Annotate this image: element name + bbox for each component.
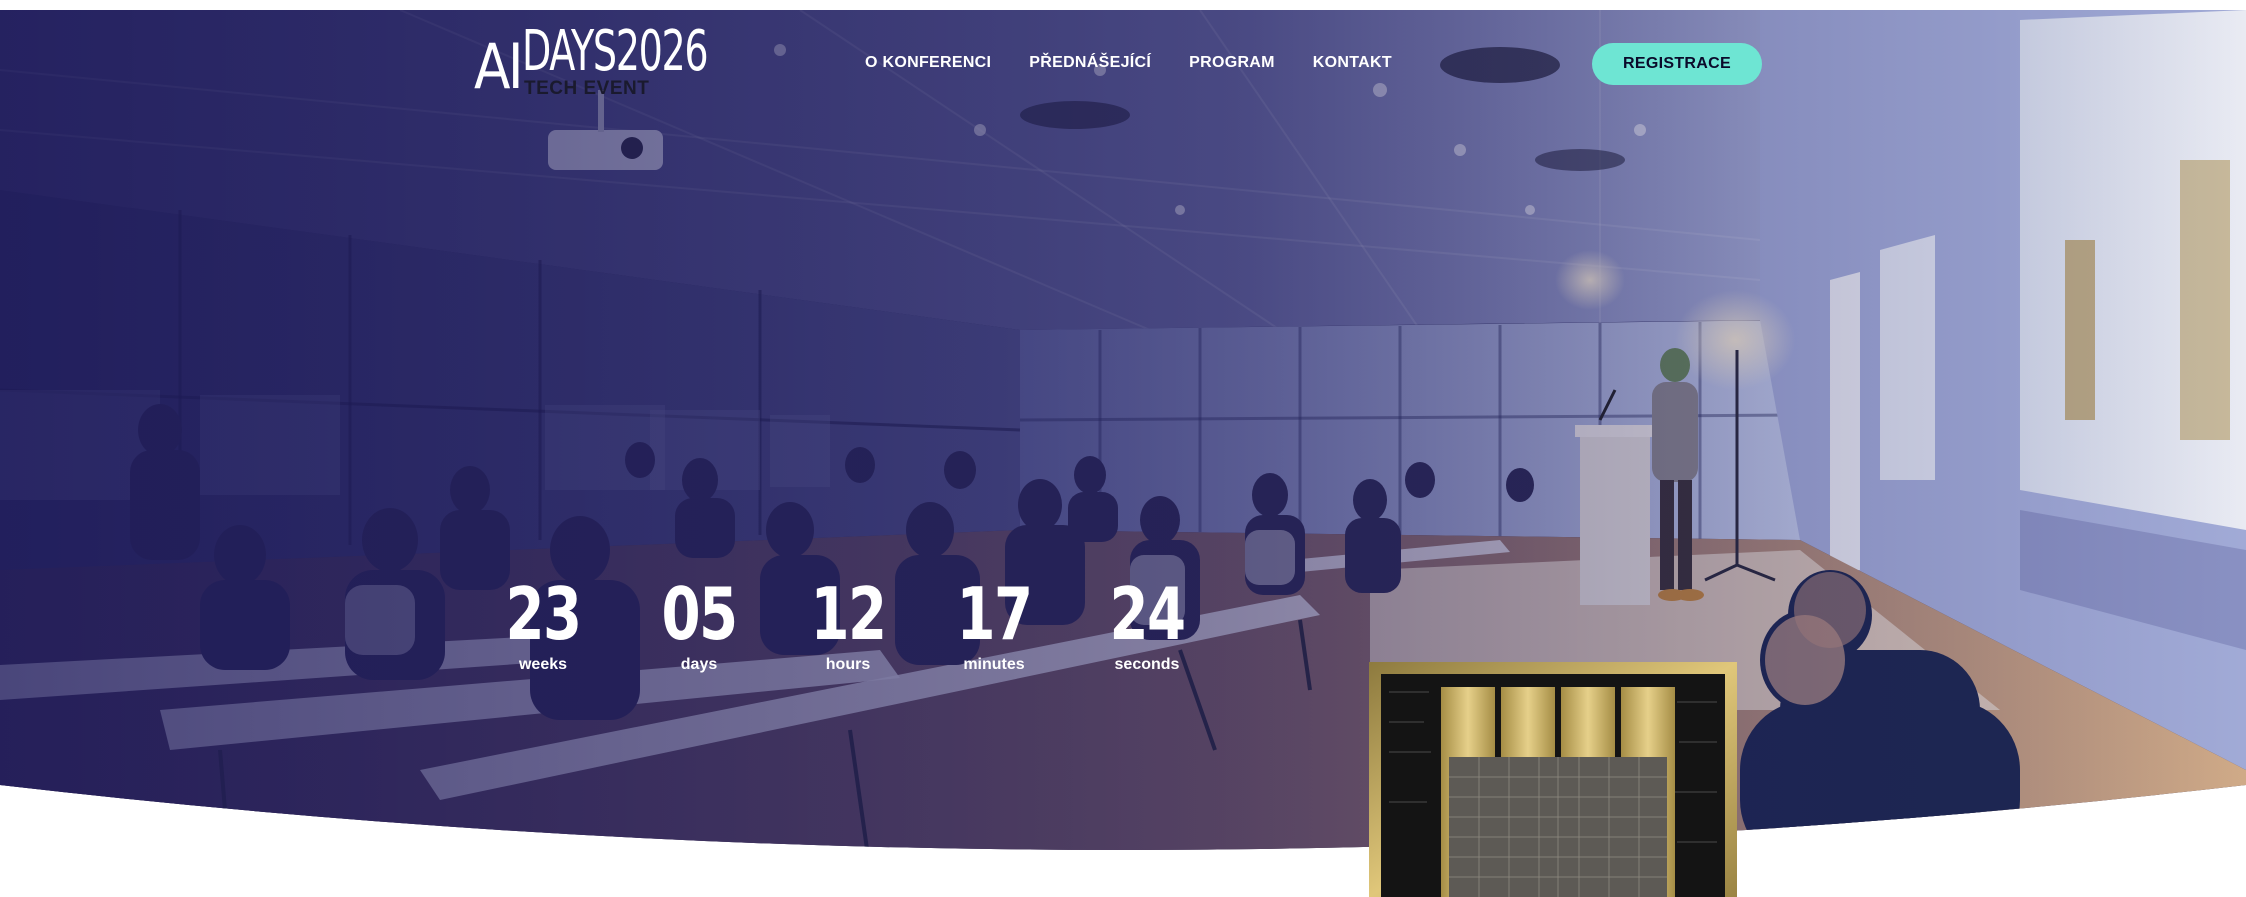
countdown-weeks-value: 23: [505, 572, 581, 656]
nav-item-kontakt[interactable]: KONTAKT: [1313, 54, 1392, 72]
hero-banner: AI DAYS2026 TECH EVENT O KONFERENCI PŘED…: [0, 10, 2246, 870]
nav-item-program[interactable]: PROGRAM: [1189, 54, 1275, 72]
countdown-minutes: 17 minutes: [934, 578, 1054, 674]
countdown-seconds-value: 24: [1109, 572, 1185, 656]
site-logo[interactable]: AI DAYS2026 TECH EVENT: [474, 22, 714, 102]
countdown-seconds: 24 seconds: [1087, 578, 1207, 674]
countdown-weeks: 23 weeks: [483, 578, 603, 674]
countdown-hours-label: hours: [825, 656, 871, 673]
countdown-seconds-label: seconds: [1114, 656, 1180, 673]
gpu-chip-image: [1369, 662, 1737, 897]
countdown-hours-value: 12: [810, 572, 886, 656]
countdown-days-label: days: [680, 656, 718, 673]
main-nav: O KONFERENCI PŘEDNÁŠEJÍCÍ PROGRAM KONTAK…: [865, 54, 1392, 72]
nav-item-prednasejici[interactable]: PŘEDNÁŠEJÍCÍ: [1029, 54, 1151, 72]
countdown-days: 05 days: [639, 578, 759, 674]
conference-hall-photo: [0, 10, 2246, 870]
nav-item-o-konferenci[interactable]: O KONFERENCI: [865, 54, 991, 72]
countdown-hours: 12 hours: [788, 578, 908, 674]
logo-subtitle: TECH EVENT: [524, 78, 650, 99]
logo-days-text: DAYS2026: [522, 19, 708, 84]
logo-ai-text: AI: [474, 30, 522, 103]
countdown-minutes-value: 17: [956, 572, 1032, 656]
registration-button[interactable]: REGISTRACE: [1592, 43, 1762, 85]
countdown-timer: 23 weeks 05 days 12 hours 17 minutes 24 …: [0, 578, 2246, 688]
countdown-weeks-label: weeks: [518, 656, 568, 673]
countdown-days-value: 05: [661, 572, 737, 656]
countdown-minutes-label: minutes: [963, 656, 1025, 673]
